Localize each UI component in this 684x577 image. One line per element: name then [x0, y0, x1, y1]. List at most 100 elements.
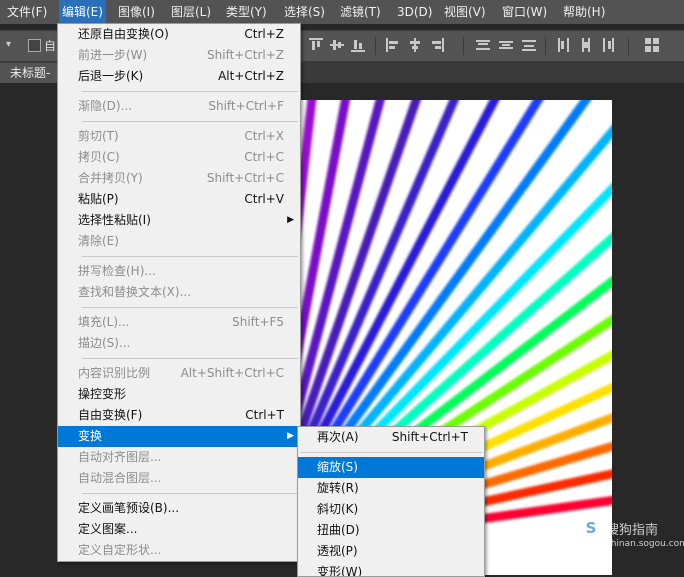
submenu-item-again[interactable]: 再次(A) Shift+Ctrl+T: [298, 427, 484, 448]
item-label: 定义自定形状...: [78, 543, 162, 557]
menu-item-check-spelling[interactable]: 拼写检查(H)...: [58, 261, 300, 282]
menu-item-stroke[interactable]: 描边(S)...: [58, 333, 300, 354]
align-top-edges-icon[interactable]: [309, 38, 323, 52]
distribute-top-icon[interactable]: [476, 38, 490, 52]
menu-item-find-replace-text[interactable]: 查找和替换文本(X)...: [58, 282, 300, 303]
menu-file[interactable]: 文件(F): [4, 0, 50, 24]
menu-item-step-forward[interactable]: 前进一步(W) Shift+Ctrl+Z: [58, 45, 300, 66]
item-shortcut: Alt+Shift+Ctrl+C: [180, 366, 284, 380]
menu-divider: [82, 307, 298, 308]
auto-select-checkbox[interactable]: [28, 39, 41, 52]
item-label: 再次(A): [317, 430, 359, 444]
item-label: 自动混合图层...: [78, 471, 162, 485]
item-label: 扭曲(D): [317, 523, 360, 537]
menu-view[interactable]: 视图(V): [441, 0, 489, 24]
distribute-vertical-centers-icon[interactable]: [499, 38, 513, 52]
submenu-item-distort[interactable]: 扭曲(D): [298, 520, 484, 541]
separator: [375, 37, 376, 55]
item-label: 变换: [78, 429, 103, 443]
item-shortcut: Shift+F5: [232, 315, 284, 329]
menu-item-paste[interactable]: 粘贴(P) Ctrl+V: [58, 189, 300, 210]
item-label: 操控变形: [78, 387, 127, 401]
submenu-item-skew[interactable]: 斜切(K): [298, 499, 484, 520]
align-right-edges-icon[interactable]: [430, 38, 444, 52]
menu-item-fill[interactable]: 填充(L)... Shift+F5: [58, 312, 300, 333]
align-left-edges-icon[interactable]: [386, 38, 400, 52]
menu-item-fade[interactable]: 渐隐(D)... Shift+Ctrl+F: [58, 96, 300, 117]
menu-bar: 文件(F) 编辑(E) 图像(I) 图层(L) 类型(Y) 选择(S) 滤镜(T…: [0, 0, 684, 24]
menu-window[interactable]: 窗口(W): [499, 0, 550, 24]
item-label: 前进一步(W): [78, 48, 148, 62]
distribute-bottom-icon[interactable]: [522, 38, 536, 52]
item-label: 旋转(R): [317, 481, 359, 495]
menu-divider: [82, 358, 298, 359]
menu-item-auto-align-layers[interactable]: 自动对齐图层...: [58, 447, 300, 468]
menu-item-define-pattern[interactable]: 定义图案...: [58, 519, 300, 540]
menu-type[interactable]: 类型(Y): [223, 0, 270, 24]
distribute-horizontal-centers-icon[interactable]: [579, 38, 593, 52]
menu-layer[interactable]: 图层(L): [168, 0, 214, 24]
item-shortcut: Alt+Ctrl+Z: [218, 69, 284, 83]
item-shortcut: Ctrl+X: [244, 129, 284, 143]
submenu-item-perspective[interactable]: 透视(P): [298, 541, 484, 562]
menu-item-define-custom-shape[interactable]: 定义自定形状...: [58, 540, 300, 561]
item-label: 定义图案...: [78, 522, 138, 536]
item-label: 透视(P): [317, 544, 358, 558]
menu-filter[interactable]: 滤镜(T): [337, 0, 384, 24]
menu-3d[interactable]: 3D(D): [394, 0, 435, 24]
distribute-left-icon[interactable]: [556, 38, 570, 52]
distribute-right-icon[interactable]: [602, 38, 616, 52]
item-shortcut: Ctrl+C: [244, 150, 284, 164]
submenu-arrow-icon: ▶: [287, 215, 294, 225]
item-label: 合并拷贝(Y): [78, 171, 143, 185]
item-label: 描边(S)...: [78, 336, 131, 350]
menu-image[interactable]: 图像(I): [115, 0, 158, 24]
item-label: 还原自由变换(O): [78, 27, 169, 41]
auto-align-layers-icon[interactable]: [645, 38, 659, 52]
item-label: 定义画笔预设(B)...: [78, 501, 180, 515]
menu-item-auto-blend-layers[interactable]: 自动混合图层...: [58, 468, 300, 489]
menu-divider: [82, 256, 298, 257]
menu-help[interactable]: 帮助(H): [560, 0, 608, 24]
menu-edit[interactable]: 编辑(E): [59, 0, 106, 24]
menu-item-step-backward[interactable]: 后退一步(K) Alt+Ctrl+Z: [58, 66, 300, 87]
menu-item-puppet-warp[interactable]: 操控变形: [58, 384, 300, 405]
item-label: 拷贝(C): [78, 150, 120, 164]
menu-divider: [82, 121, 298, 122]
menu-item-free-transform[interactable]: 自由变换(F) Ctrl+T: [58, 405, 300, 426]
submenu-item-rotate[interactable]: 旋转(R): [298, 478, 484, 499]
submenu-item-scale[interactable]: 缩放(S): [298, 457, 484, 478]
menu-item-cut[interactable]: 剪切(T) Ctrl+X: [58, 126, 300, 147]
transform-submenu: 再次(A) Shift+Ctrl+T 缩放(S) 旋转(R) 斜切(K) 扭曲(D…: [297, 426, 485, 577]
item-shortcut: Shift+Ctrl+C: [206, 171, 284, 185]
tool-preset-dropdown-icon[interactable]: ▾: [6, 39, 11, 50]
item-label: 自由变换(F): [78, 408, 143, 422]
menu-item-clear[interactable]: 清除(E): [58, 231, 300, 252]
align-horizontal-centers-icon[interactable]: [408, 38, 422, 52]
align-vertical-centers-icon[interactable]: [330, 38, 344, 52]
item-label: 内容识别比例: [78, 366, 151, 380]
menu-item-content-aware-scale[interactable]: 内容识别比例 Alt+Shift+Ctrl+C: [58, 363, 300, 384]
edit-menu-dropdown: 还原自由变换(O) Ctrl+Z 前进一步(W) Shift+Ctrl+Z 后退一步…: [57, 23, 301, 562]
item-label: 自动对齐图层...: [78, 450, 162, 464]
menu-item-copy-merged[interactable]: 合并拷贝(Y) Shift+Ctrl+C: [58, 168, 300, 189]
menu-item-copy[interactable]: 拷贝(C) Ctrl+C: [58, 147, 300, 168]
menu-item-undo-free-transform[interactable]: 还原自由变换(O) Ctrl+Z: [58, 24, 300, 45]
item-shortcut: Shift+Ctrl+Z: [207, 48, 284, 62]
separator: [463, 37, 464, 55]
sogou-logo-icon: S: [580, 517, 602, 539]
align-bottom-edges-icon[interactable]: [351, 38, 365, 52]
item-label: 斜切(K): [317, 502, 359, 516]
menu-item-transform[interactable]: 变换 ▶: [58, 426, 300, 447]
item-shortcut: Shift+Ctrl+F: [208, 99, 284, 113]
menu-divider: [300, 452, 482, 453]
item-label: 后退一步(K): [78, 69, 144, 83]
menu-item-define-brush-preset[interactable]: 定义画笔预设(B)...: [58, 498, 300, 519]
item-label: 查找和替换文本(X)...: [78, 285, 192, 299]
menu-item-paste-special[interactable]: 选择性粘贴(I) ▶: [58, 210, 300, 231]
item-shortcut: Ctrl+Z: [244, 27, 284, 41]
menu-select[interactable]: 选择(S): [281, 0, 328, 24]
item-label: 粘贴(P): [78, 192, 119, 206]
separator: [628, 37, 629, 55]
watermark-brand: 搜狗指南: [606, 523, 659, 538]
